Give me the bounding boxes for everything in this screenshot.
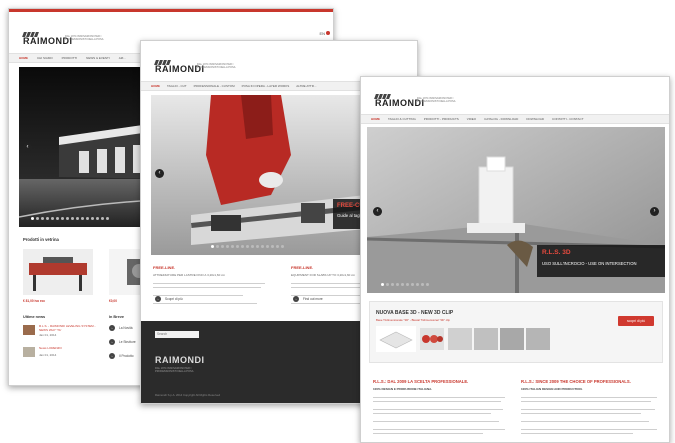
slider-dots[interactable] [211, 245, 284, 248]
nav-item[interactable]: ALTRE ATTR... [296, 84, 316, 88]
left-section-subtitle: 100% DESIGN E PRODUZIONE ITALIANA. [373, 387, 433, 391]
product-price: € 81,00 iva ecc [23, 299, 46, 303]
text-line [373, 421, 499, 423]
promo-panel: NUOVA BASE 3D - NEW 3D CLIP Base Tridime… [369, 301, 663, 363]
product-price: €0,00 [109, 299, 117, 303]
text-line [373, 429, 505, 431]
promo-thumb[interactable] [448, 328, 472, 350]
arrow-right-icon[interactable]: › [109, 353, 115, 359]
arrow-right-icon[interactable]: › [155, 296, 161, 302]
nav-item[interactable]: TAGLIO - CUT [167, 84, 187, 88]
news-date: Jan 01, 2014 [39, 333, 57, 337]
left-section-title: R.L.S.: DAL 2009 LA SCELTA PROFESSIONALE… [373, 379, 469, 384]
nav-item[interactable]: TAGLIO & CUTTING [388, 117, 416, 121]
news-date: Jan 01, 2014 [39, 353, 57, 357]
logo-tagline: DAL 1974 INNOVAZIONI PER I PROFESSIONIST… [197, 63, 236, 69]
nav-item[interactable]: PRODOTTI - PRODUCTS [424, 117, 459, 121]
nav-item[interactable]: POSA IN OPERA - LAYER WORKS [242, 84, 290, 88]
slider-prev-button[interactable]: ‹ [373, 207, 382, 216]
right-section-subtitle: 100% ITALIAN DESIGN AND PRODUCTION. [521, 387, 583, 391]
text-line [521, 429, 657, 431]
news-title[interactable]: R.L.S. - RAIMONDI LEVELING SYSTEM - NEWS… [39, 324, 99, 332]
promo-thumb[interactable] [474, 328, 498, 350]
nav-item[interactable]: HOME [151, 84, 160, 88]
slide-caption: R.L.S. 3D USO SULL'INCROCIO - USE ON INT… [537, 245, 665, 277]
main-nav: HOME TAGLIO & CUTTING PRODOTTI - PRODUCT… [361, 114, 669, 124]
promo-thumb[interactable] [526, 328, 550, 350]
slider-prev-button[interactable]: ‹ [155, 169, 164, 178]
promo-subtitle: Base Tridimensionale "3D" - Biaxial Trid… [376, 318, 450, 322]
arrow-right-icon[interactable]: › [109, 339, 115, 345]
column-subtitle: ATTREZZATURE PER LASTRE FINO A 3,20x1,60… [153, 273, 226, 277]
hero-slider: ‹ › R.L.S. 3D USO SULL'INCROCIO - USE ON… [367, 127, 665, 293]
promo-button[interactable]: scopri di più [618, 316, 654, 326]
arrow-right-icon[interactable]: › [293, 296, 299, 302]
nav-item[interactable]: CATALOG - DOWNLOAD [484, 117, 518, 121]
footer-copyright: Raimondi S.p.A. 2014 Copyright All Right… [155, 393, 221, 397]
accent-topbar [9, 9, 333, 12]
nav-item[interactable]: PROFESSIONALE - CUSTOM [194, 84, 235, 88]
promo-thumb[interactable] [500, 328, 524, 350]
text-line [373, 433, 483, 435]
nav-item[interactable]: Prodotti [62, 56, 78, 60]
area-link[interactable]: Il Prodotto [119, 354, 134, 358]
text-line [373, 401, 501, 403]
nav-item[interactable]: CONTATTI - CONTACT [552, 117, 584, 121]
nav-item[interactable]: Home [19, 56, 28, 60]
footer-logo: RAIMONDI [155, 355, 205, 365]
logo-tagline: DAL 1974 INNOVAZIONI PER I PROFESSIONIST… [417, 97, 456, 103]
text-line [521, 397, 657, 399]
slide-title: R.L.S. 3D [542, 249, 571, 256]
slider-prev-button[interactable]: ‹ [23, 143, 32, 152]
news-title[interactable]: News LORENZO [39, 346, 99, 350]
text-line [373, 413, 491, 415]
text-line [521, 433, 633, 435]
text-line [373, 409, 503, 411]
nav-item[interactable]: Azi... [119, 56, 126, 60]
text-line [153, 283, 265, 285]
text-line [521, 413, 641, 415]
product-image-1[interactable] [23, 249, 93, 295]
slider-dots[interactable] [381, 283, 429, 286]
promo-image-diagram [376, 326, 416, 352]
logo-tagline: DAL 1974 INNOVAZIONI PER I PROFESSIONIST… [65, 35, 104, 41]
footer-tagline: DAL 1974 INNOVAZIONI PER I PROFESSIONIST… [155, 367, 194, 373]
nav-item[interactable]: News & Eventi [86, 56, 110, 60]
slide-subtitle: USO SULL'INCROCIO - USE ON INTERSECTION [542, 261, 637, 266]
text-line [521, 409, 655, 411]
news-thumb[interactable] [23, 325, 35, 335]
arrow-right-icon[interactable]: › [109, 325, 115, 331]
text-line [153, 287, 261, 289]
text-line [153, 303, 257, 305]
nav-item[interactable]: Chi siamo [37, 56, 53, 60]
promo-image-clips[interactable] [420, 328, 444, 350]
slider-next-button[interactable]: › [650, 207, 659, 216]
nav-item[interactable]: DOWNLOAD [526, 117, 544, 121]
news-thumb[interactable] [23, 347, 35, 357]
news-heading: Ultime news [23, 315, 46, 319]
flag-icon[interactable] [326, 31, 330, 35]
promo-title: NUOVA BASE 3D - NEW 3D CLIP [376, 310, 454, 316]
nav-item[interactable]: VIDEO [467, 117, 476, 121]
area-link[interactable]: Le Strutture [119, 340, 136, 344]
column-title: FREE-LINE. [153, 265, 176, 270]
text-line [373, 397, 505, 399]
slider-dots[interactable] [31, 217, 109, 220]
read-more-link[interactable]: Find out more [303, 297, 323, 301]
text-line [521, 401, 651, 403]
products-heading: Prodotti in vetrina [23, 237, 59, 242]
area-heading: In Breve [109, 315, 124, 319]
text-line [521, 421, 649, 423]
website-screenshot-3: RAIMONDI DAL 1974 INNOVAZIONI PER I PROF… [360, 76, 670, 443]
read-more-link[interactable]: Scopri di più [165, 297, 183, 301]
language-switch[interactable]: EN [319, 31, 325, 36]
right-section-title: R.L.S.: SINCE 2009 THE CHOICE OF PROFESS… [521, 379, 631, 384]
search-input[interactable]: Search [155, 331, 199, 338]
area-link[interactable]: La Novità [119, 326, 132, 330]
nav-item[interactable]: HOME [371, 117, 380, 121]
column-title: FREE-LINE. [291, 265, 314, 270]
